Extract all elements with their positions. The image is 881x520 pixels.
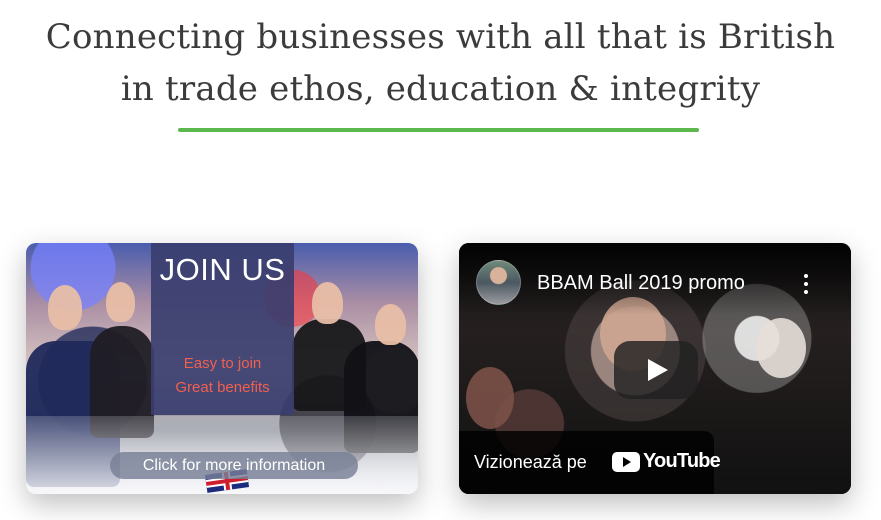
watch-on-label: Vizionează pe [474, 452, 587, 472]
crowd-face [756, 318, 806, 378]
more-information-button[interactable]: Click for more information [110, 452, 358, 479]
banner-person-face [106, 282, 135, 322]
join-us-banner-link[interactable]: JOIN US Easy to join Great benefits Clic… [26, 243, 418, 494]
channel-avatar[interactable] [476, 260, 521, 305]
banner-person-face [312, 282, 343, 324]
play-button[interactable] [614, 341, 698, 399]
hero-header: Connecting businesses with all that is B… [0, 0, 881, 150]
menu-dot [804, 282, 808, 286]
video-title[interactable]: BBAM Ball 2019 promo [537, 270, 745, 296]
menu-dot [804, 290, 808, 294]
join-benefit-easy: Easy to join [183, 355, 262, 372]
youtube-icon [612, 452, 640, 472]
join-us-title: JOIN US [159, 252, 286, 287]
join-us-overlay: JOIN US Easy to join Great benefits [151, 243, 294, 415]
headline-line-1: Connecting businesses with all that is B… [45, 17, 836, 57]
headline-line-2: in trade ethos, education & integrity [120, 69, 761, 109]
menu-dot [804, 274, 808, 278]
video-player[interactable]: BBAM Ball 2019 promo Vizionează pe YouTu… [459, 243, 851, 494]
watch-on-youtube-link[interactable]: Vizionează pe YouTube [459, 431, 721, 494]
banner-person-face [48, 285, 82, 330]
youtube-wordmark: YouTube [643, 450, 721, 472]
banner-person-face [375, 304, 406, 345]
join-benefit-great: Great benefits [175, 379, 270, 396]
headline-divider [178, 128, 699, 132]
more-vertical-icon[interactable] [802, 273, 810, 295]
crowd-face [466, 367, 514, 429]
